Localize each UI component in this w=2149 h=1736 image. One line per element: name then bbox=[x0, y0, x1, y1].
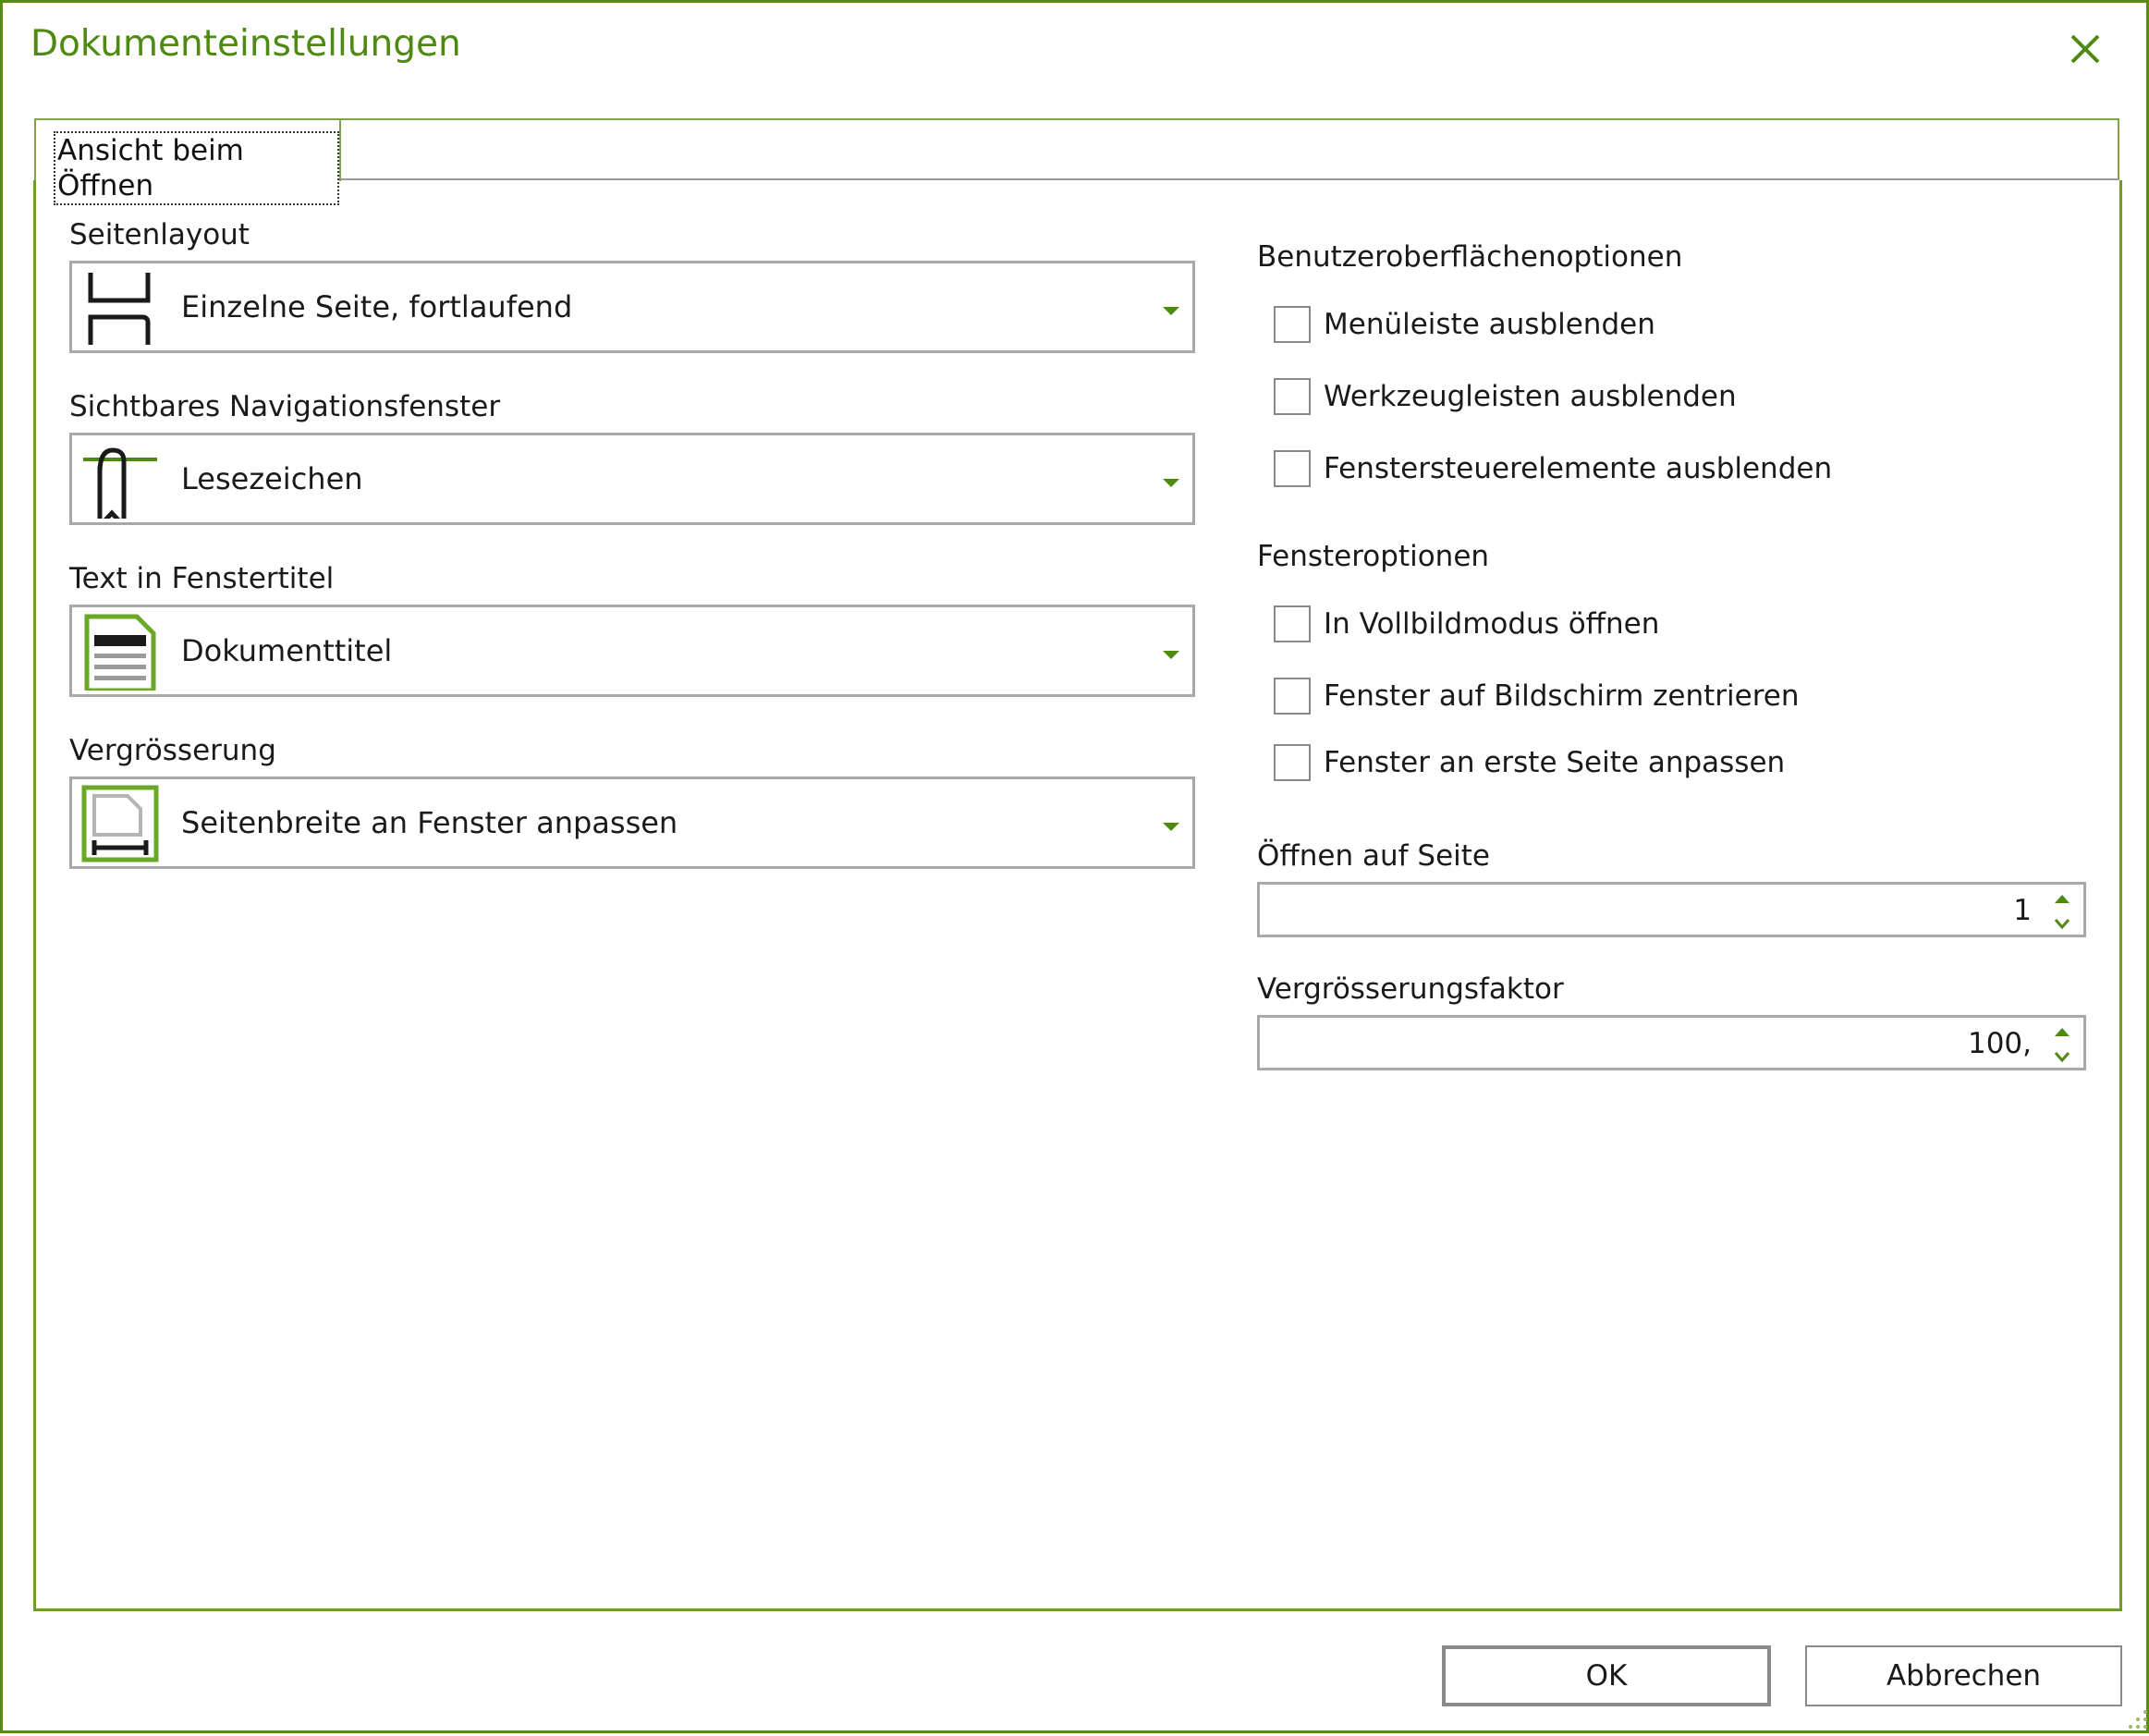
ui-options-label: Benutzeroberflächenoptionen bbox=[1257, 240, 1683, 274]
checkbox-label: Fenstersteuerelemente ausblenden bbox=[1324, 452, 1833, 485]
document-title-icon bbox=[81, 613, 159, 693]
chevron-down-icon[interactable] bbox=[1163, 474, 1179, 487]
navigation-label: Sichtbares Navigationsfenster bbox=[69, 390, 501, 423]
zoom-value: Seitenbreite an Fenster anpassen bbox=[181, 805, 678, 840]
checkbox[interactable] bbox=[1274, 744, 1311, 781]
resize-grip-icon[interactable] bbox=[2125, 1706, 2149, 1732]
ok-button[interactable]: OK bbox=[1442, 1645, 1771, 1706]
zoom-select[interactable]: Seitenbreite an Fenster anpassen bbox=[69, 776, 1195, 869]
checkbox[interactable] bbox=[1274, 450, 1311, 487]
window-title-label: Text in Fenstertitel bbox=[69, 562, 335, 595]
zoom-factor-stepper[interactable] bbox=[1257, 1015, 2086, 1070]
zoom-factor-label: Vergrösserungsfaktor bbox=[1257, 972, 1564, 1006]
tab-view-on-open[interactable]: Ansicht beim Öffnen bbox=[34, 118, 341, 205]
document-settings-dialog: Dokumenteinstellungen Ansicht beim Öffne… bbox=[0, 0, 2149, 1733]
chevron-down-icon[interactable] bbox=[1163, 302, 1179, 315]
open-page-label: Öffnen auf Seite bbox=[1257, 839, 1490, 873]
fit-width-icon bbox=[81, 785, 159, 862]
chevron-down-icon[interactable] bbox=[1163, 646, 1179, 659]
chevron-down-icon[interactable] bbox=[2054, 1049, 2070, 1063]
dialog-title: Dokumenteinstellungen bbox=[31, 23, 461, 65]
chevron-down-icon[interactable] bbox=[1163, 818, 1179, 831]
chevron-down-icon[interactable] bbox=[2054, 916, 2070, 930]
bookmark-icon bbox=[81, 441, 159, 532]
window-title-value: Dokumenttitel bbox=[181, 633, 393, 668]
navigation-select[interactable]: Lesezeichen bbox=[69, 433, 1195, 532]
page-layout-label: Seitenlayout bbox=[69, 218, 250, 251]
page-layout-select[interactable]: Einzelne Seite, fortlaufend bbox=[69, 261, 1195, 353]
zoom-label: Vergrösserung bbox=[69, 734, 276, 767]
chevron-up-icon[interactable] bbox=[2054, 1025, 2070, 1038]
checkbox-label: Fenster auf Bildschirm zentrieren bbox=[1324, 679, 1800, 713]
cancel-button[interactable]: Abbrechen bbox=[1805, 1645, 2122, 1706]
navigation-value: Lesezeichen bbox=[181, 461, 363, 496]
checkbox-label: Fenster an erste Seite anpassen bbox=[1324, 746, 1786, 779]
zoom-factor-input[interactable] bbox=[1662, 1027, 2032, 1060]
open-page-input[interactable] bbox=[1662, 894, 2032, 927]
checkbox-label: Werkzeugleisten ausblenden bbox=[1324, 380, 1737, 413]
open-page-stepper[interactable] bbox=[1257, 882, 2086, 937]
window-options-label: Fensteroptionen bbox=[1257, 540, 1490, 573]
page-layout-value: Einzelne Seite, fortlaufend bbox=[181, 289, 573, 324]
checkbox[interactable] bbox=[1274, 678, 1311, 715]
checkbox[interactable] bbox=[1274, 378, 1311, 415]
tab-strip bbox=[340, 118, 2119, 181]
checkbox[interactable] bbox=[1274, 306, 1311, 343]
checkbox[interactable] bbox=[1274, 605, 1311, 642]
tab-label: Ansicht beim Öffnen bbox=[54, 131, 339, 205]
checkbox-label: In Vollbildmodus öffnen bbox=[1324, 607, 1660, 641]
close-icon[interactable] bbox=[2059, 23, 2111, 75]
checkbox-label: Menüleiste ausblenden bbox=[1324, 308, 1655, 341]
window-title-select[interactable]: Dokumenttitel bbox=[69, 605, 1195, 697]
chevron-up-icon[interactable] bbox=[2054, 892, 2070, 905]
page-layout-icon bbox=[81, 269, 159, 347]
